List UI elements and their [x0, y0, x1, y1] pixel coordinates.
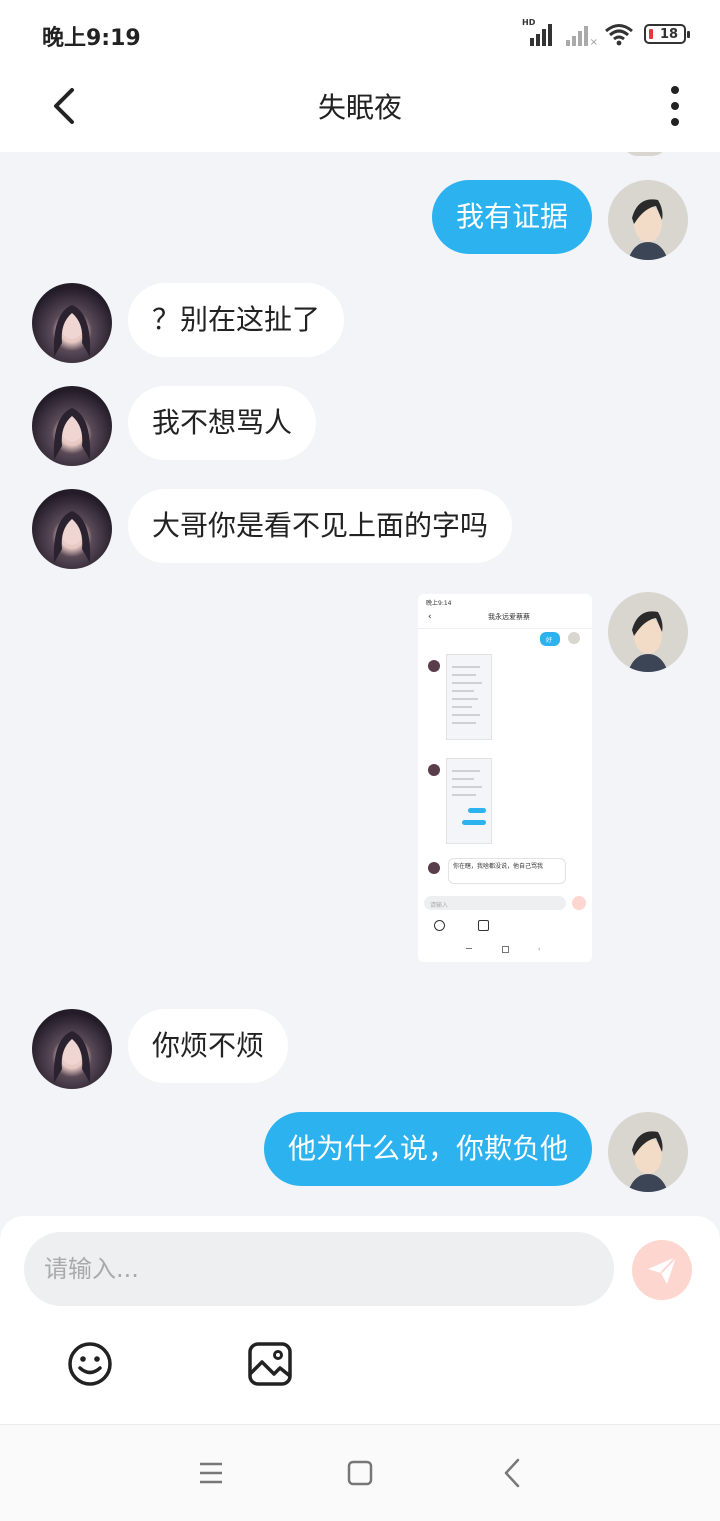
emoji-icon[interactable] [66, 1340, 114, 1388]
nav-menu-icon[interactable] [196, 1459, 226, 1487]
thumb-reply-bubble: 好 [540, 632, 560, 646]
message-bubble-received[interactable]: 你烦不烦 [128, 1009, 289, 1083]
chat-header: 失眠夜 [0, 66, 720, 152]
battery-level: 18 [659, 26, 679, 42]
message-list[interactable]: 我有证据 ？别在这扯了 我不想骂人 大哥你是看不见上面的字吗 晚上9:14 我永… [0, 152, 720, 1216]
message-bubble-received[interactable]: ？别在这扯了 [128, 283, 345, 357]
avatar-me[interactable] [608, 1112, 688, 1192]
more-vertical-icon[interactable] [660, 84, 690, 128]
send-button[interactable] [632, 1240, 692, 1300]
nav-back-icon[interactable] [498, 1457, 526, 1489]
status-time: 晚上9:19 [42, 26, 141, 51]
status-bar: 晚上9:19 HD × 18 [0, 0, 720, 66]
image-icon[interactable] [246, 1340, 294, 1388]
message-bubble-received[interactable]: 我不想骂人 [128, 386, 317, 460]
system-nav-bar [0, 1424, 720, 1521]
thumb-back-icon: ‹ [428, 612, 432, 622]
status-icons: HD × 18 [522, 18, 690, 48]
thumb-title: 我永远爱蔡蔡 [488, 613, 530, 621]
thumb-last-message: 你在瞎，我啥都没说，他自己骂我 [453, 863, 544, 870]
avatar-me[interactable] [608, 592, 688, 672]
cellular-signal-no-service-icon: × [564, 22, 598, 48]
composer-panel [0, 1216, 720, 1424]
avatar-contact[interactable] [32, 1009, 112, 1089]
cellular-signal-icon: HD [522, 18, 554, 46]
battery-icon: 18 [644, 24, 690, 44]
wifi-icon [605, 24, 633, 46]
avatar-contact[interactable] [32, 283, 112, 363]
message-bubble-sent[interactable]: 我有证据 [431, 180, 592, 254]
thumb-time: 晚上9:14 [426, 600, 452, 607]
avatar-contact[interactable] [32, 386, 112, 466]
message-bubble-sent[interactable]: 他为什么说，你欺负他 [263, 1112, 592, 1186]
send-icon [648, 1256, 677, 1284]
chat-title: 失眠夜 [317, 91, 402, 124]
avatar-me[interactable] [608, 180, 688, 260]
message-bubble-received[interactable]: 大哥你是看不见上面的字吗 [128, 489, 513, 563]
message-input[interactable] [24, 1232, 614, 1306]
hd-label: HD [522, 18, 536, 27]
image-message-screenshot[interactable]: 晚上9:14 我永远爱蔡蔡 ‹ 好 你在瞎，我啥都没说，他自己骂我 请输入 ‹ [418, 594, 592, 962]
thumb-input: 请输入 [430, 902, 449, 909]
avatar-contact[interactable] [32, 489, 112, 569]
nav-home-icon[interactable] [347, 1460, 373, 1486]
partial-avatar [622, 152, 668, 156]
